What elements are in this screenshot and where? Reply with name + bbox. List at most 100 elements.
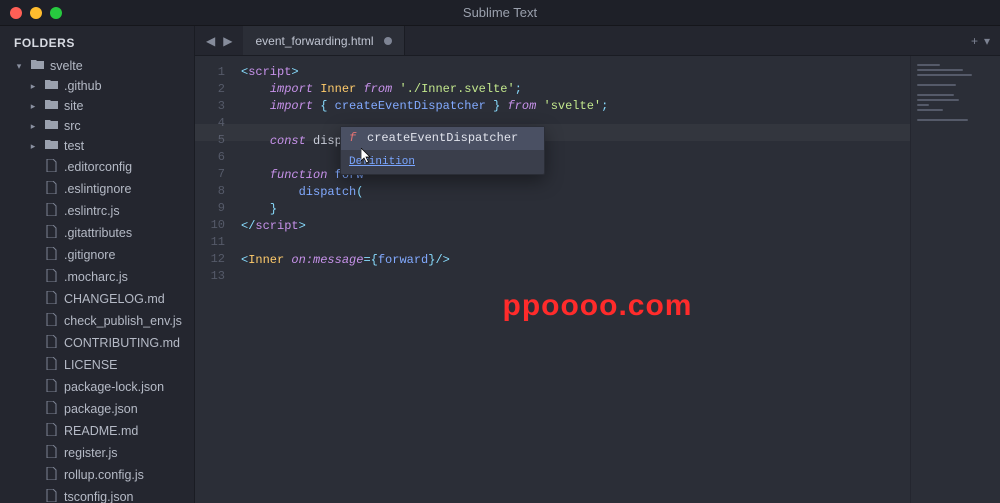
minimap[interactable] (910, 56, 1000, 503)
tree-folder[interactable]: ▸ src (0, 116, 194, 136)
tree-label: src (64, 119, 81, 133)
tree-file[interactable]: CONTRIBUTING.md (0, 332, 194, 354)
autocomplete-popup[interactable]: f createEventDispatcher Definition (340, 126, 545, 175)
minimap-line (917, 94, 954, 96)
tree-file[interactable]: .eslintignore (0, 178, 194, 200)
tree-label: LICENSE (64, 358, 118, 372)
tree-label: rollup.config.js (64, 468, 144, 482)
tab-title: event_forwarding.html (255, 34, 373, 48)
tree-label: .mocharc.js (64, 270, 128, 284)
nav-forward-icon[interactable]: ▶ (220, 34, 235, 48)
tree-label: .gitattributes (64, 226, 132, 240)
dirty-indicator-icon (384, 37, 392, 45)
file-icon (44, 313, 58, 329)
sidebar: FOLDERS ▾ svelte ▸.github▸site ▸ src ▸ test .ed… (0, 26, 195, 503)
disclosure-icon: ▸ (28, 121, 38, 132)
file-icon (44, 181, 58, 197)
minimap-line (917, 74, 972, 76)
tree-file[interactable]: check_publish_env.js (0, 310, 194, 332)
code-line[interactable]: </script> (241, 218, 910, 235)
tree-root[interactable]: ▾ svelte (0, 56, 194, 76)
code-line[interactable]: <Inner on:message={forward}/> (241, 252, 910, 269)
tree-label: .eslintrc.js (64, 204, 120, 218)
code-line[interactable]: import Inner from './Inner.svelte'; (241, 81, 910, 98)
nav-back-icon[interactable]: ◀ (203, 34, 218, 48)
code-line[interactable] (241, 269, 910, 286)
kind-icon: f (349, 130, 359, 147)
folder-icon (44, 99, 58, 113)
file-icon (44, 357, 58, 373)
editor-area: ◀ ▶ event_forwarding.html + ▾ 1234567891… (195, 26, 1000, 503)
tree-file[interactable]: README.md (0, 420, 194, 442)
tree-file[interactable]: package.json (0, 398, 194, 420)
folder-icon (30, 59, 44, 73)
code-line[interactable]: dispatch( (241, 184, 910, 201)
tab-history-nav: ◀ ▶ (195, 26, 243, 55)
file-icon (44, 379, 58, 395)
minimap-line (917, 64, 940, 66)
file-icon (44, 489, 58, 503)
new-tab-icon[interactable]: + (971, 34, 978, 48)
file-icon (44, 291, 58, 307)
close-icon[interactable] (10, 7, 22, 19)
tree-label: site (64, 99, 83, 113)
tree-label: check_publish_env.js (64, 314, 182, 328)
tree-label: svelte (50, 59, 83, 73)
disclosure-icon: ▾ (14, 61, 24, 72)
autocomplete-label: createEventDispatcher (367, 130, 518, 147)
tree-file[interactable]: .mocharc.js (0, 266, 194, 288)
tree-file[interactable]: .eslintrc.js (0, 200, 194, 222)
definition-link[interactable]: Definition (349, 156, 415, 168)
file-icon (44, 467, 58, 483)
code-line[interactable]: } (241, 201, 910, 218)
window-controls (10, 7, 62, 19)
maximize-icon[interactable] (50, 7, 62, 19)
tree-file[interactable]: .editorconfig (0, 156, 194, 178)
tree-label: CHANGELOG.md (64, 292, 165, 306)
tree-folder[interactable]: ▸ test (0, 136, 194, 156)
folder-icon (44, 79, 58, 93)
tree-label: README.md (64, 424, 138, 438)
code-line[interactable]: import { createEventDispatcher } from 's… (241, 98, 910, 115)
tree-file[interactable]: package-lock.json (0, 376, 194, 398)
minimap-line (917, 99, 959, 101)
minimap-line (917, 84, 956, 86)
folders-header: FOLDERS (0, 36, 194, 56)
folder-icon (44, 139, 58, 153)
tree-folder[interactable]: ▸.github (0, 76, 194, 96)
file-icon (44, 445, 58, 461)
file-icon (44, 247, 58, 263)
file-icon (44, 401, 58, 417)
tree-file[interactable]: .gitattributes (0, 222, 194, 244)
file-icon (44, 423, 58, 439)
tree-file[interactable]: rollup.config.js (0, 464, 194, 486)
file-icon (44, 159, 58, 175)
minimap-line (917, 104, 929, 106)
minimize-icon[interactable] (30, 7, 42, 19)
tab-active[interactable]: event_forwarding.html (243, 26, 404, 55)
tree-folder[interactable]: ▸site (0, 96, 194, 116)
tree-file[interactable]: register.js (0, 442, 194, 464)
tree-label: test (64, 139, 84, 153)
titlebar: Sublime Text (0, 0, 1000, 26)
code-line[interactable]: <script> (241, 64, 910, 81)
tree-file[interactable]: .gitignore (0, 244, 194, 266)
code-editor[interactable]: 12345678910111213 f createEventDispatche… (195, 56, 1000, 503)
minimap-line (917, 69, 963, 71)
tree-label: tsconfig.json (64, 490, 133, 503)
disclosure-icon: ▸ (28, 141, 38, 152)
code-line[interactable] (241, 235, 910, 252)
tree-file[interactable]: tsconfig.json (0, 486, 194, 503)
app-title: Sublime Text (0, 5, 1000, 20)
folder-icon (44, 119, 58, 133)
code-content[interactable]: f createEventDispatcher Definition <scri… (235, 56, 910, 503)
tree-file[interactable]: LICENSE (0, 354, 194, 376)
tree-file[interactable]: CHANGELOG.md (0, 288, 194, 310)
tab-bar: ◀ ▶ event_forwarding.html + ▾ (195, 26, 1000, 56)
tab-dropdown-icon[interactable]: ▾ (984, 34, 990, 48)
tree-label: package.json (64, 402, 138, 416)
tree-label: package-lock.json (64, 380, 164, 394)
tree-label: register.js (64, 446, 118, 460)
file-icon (44, 203, 58, 219)
autocomplete-item[interactable]: f createEventDispatcher (341, 127, 544, 150)
